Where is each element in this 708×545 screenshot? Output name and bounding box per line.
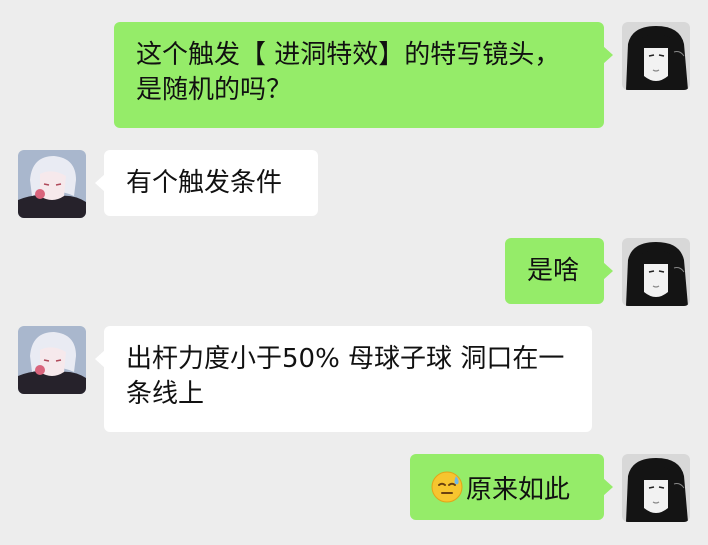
message-text: 这个触发【 进洞特效】的特写镜头，是随机的吗？ <box>136 40 561 105</box>
message-bubble-incoming[interactable]: 出杆力度小于50% 母球子球 洞口在一条线上 <box>95 326 592 432</box>
avatar-self-image <box>622 238 690 306</box>
sweat-smile-emoji-icon <box>431 471 463 503</box>
message-bubble-incoming[interactable]: 有个触发条件 <box>95 150 318 216</box>
avatar-self-image <box>622 454 690 522</box>
message-bubble-outgoing[interactable]: 原来如此 <box>410 454 613 520</box>
avatar-contact-image <box>18 326 86 394</box>
message-text: 原来如此 <box>466 475 571 505</box>
message-text: 有个触发条件 <box>126 168 283 198</box>
message-bubble-outgoing[interactable]: 是啥 <box>505 238 613 304</box>
avatar-contact-image <box>18 150 86 218</box>
message-text: 是啥 <box>527 256 580 286</box>
message-text: 出杆力度小于50% 母球子球 洞口在一条线上 <box>126 344 565 409</box>
message-bubble-outgoing[interactable]: 这个触发【 进洞特效】的特写镜头，是随机的吗？ <box>114 22 613 128</box>
avatar-self[interactable] <box>622 22 690 90</box>
avatar-self[interactable] <box>622 238 690 306</box>
avatar-self-image <box>622 22 690 90</box>
avatar-contact[interactable] <box>18 150 86 218</box>
avatar-contact[interactable] <box>18 326 86 394</box>
avatar-self[interactable] <box>622 454 690 522</box>
